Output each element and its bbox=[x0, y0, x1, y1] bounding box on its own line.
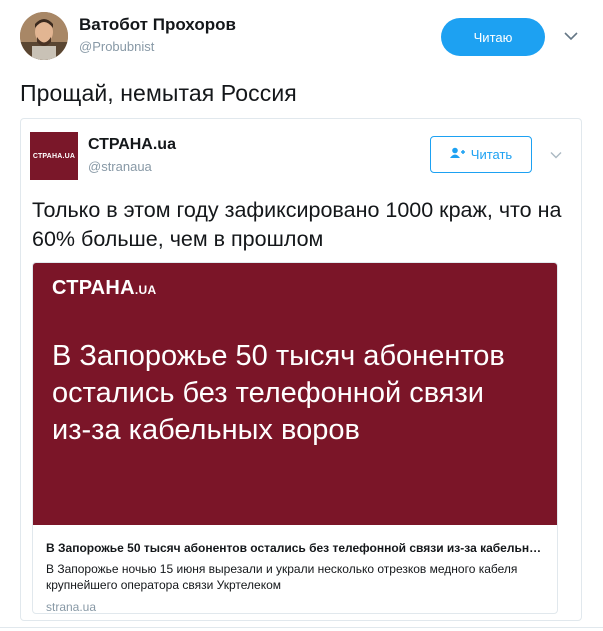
card-image-logo: СТРАНА.UA bbox=[52, 277, 156, 300]
card-image-logo-suffix: .UA bbox=[134, 283, 157, 297]
card-image[interactable]: СТРАНА.UA В Запорожье 50 тысяч абонентов… bbox=[33, 263, 557, 525]
quoted-author-handle[interactable]: @stranaua bbox=[88, 159, 152, 174]
author-handle[interactable]: @Probubnist bbox=[79, 39, 154, 54]
tweet: Ватобот Прохоров @Probubnist Читаю Проща… bbox=[0, 0, 603, 631]
link-card[interactable]: СТРАНА.UA В Запорожье 50 тысяч абонентов… bbox=[32, 262, 558, 614]
card-title[interactable]: В Запорожье 50 тысяч абонентов остались … bbox=[46, 541, 551, 555]
quoted-author-name[interactable]: СТРАНА.ua bbox=[88, 136, 176, 154]
add-user-icon bbox=[449, 147, 465, 162]
author-name[interactable]: Ватобот Прохоров bbox=[79, 15, 236, 35]
card-image-logo-text: СТРАНА bbox=[52, 277, 135, 299]
divider bbox=[0, 627, 603, 628]
quoted-follow-label: Читать bbox=[470, 147, 513, 162]
quoted-tweet-text: Только в этом году зафиксировано 1000 кр… bbox=[32, 198, 562, 251]
card-description: В Запорожье ночью 15 июня вырезали и укр… bbox=[46, 562, 518, 592]
quoted-follow-button[interactable]: Читать bbox=[430, 136, 532, 173]
avatar[interactable] bbox=[20, 12, 68, 60]
avatar-photo bbox=[20, 12, 68, 60]
follow-button[interactable]: Читаю bbox=[441, 18, 545, 56]
chevron-down-icon[interactable] bbox=[549, 148, 563, 162]
card-image-headline: В Запорожье 50 тысяч абонентов остались … bbox=[52, 340, 505, 446]
quoted-avatar-label: СТРАНА.UA bbox=[32, 152, 76, 160]
quoted-tweet[interactable]: СТРАНА.UA СТРАНА.ua @stranaua Читать Тол… bbox=[20, 118, 582, 621]
chevron-down-icon[interactable] bbox=[563, 28, 579, 44]
quoted-avatar[interactable]: СТРАНА.UA bbox=[30, 132, 78, 180]
tweet-text: Прощай, немытая Россия bbox=[20, 80, 297, 106]
card-domain: strana.ua bbox=[46, 600, 97, 614]
